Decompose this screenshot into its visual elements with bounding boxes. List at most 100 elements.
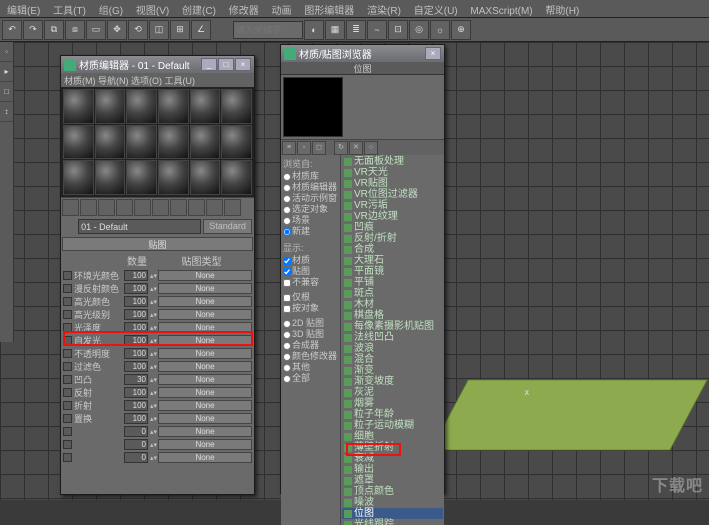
filter-option[interactable]: 按对象 [283,303,338,314]
map-amount[interactable]: 100 [124,283,148,294]
sample-slot[interactable] [158,125,189,160]
tool-render-icon[interactable]: ▦ [325,20,345,40]
menu-edit[interactable]: 编辑(E) [2,0,45,19]
map-checkbox[interactable] [63,271,72,280]
map-type-item[interactable]: 粒子年龄 [342,409,443,420]
map-checkbox[interactable] [63,362,72,371]
map-type-item[interactable]: 法线凹凸 [342,332,443,343]
map-slot-button[interactable]: None [158,374,252,385]
map-type-item[interactable]: 平面镜 [342,266,443,277]
sample-slot[interactable] [190,125,221,160]
update-icon[interactable]: ↻ [334,141,348,155]
sample-slot[interactable] [190,89,221,124]
map-slot-button[interactable]: None [158,452,252,463]
map-checkbox[interactable] [63,427,72,436]
map-amount[interactable]: 0 [124,439,148,450]
menu-view[interactable]: 视图(V) [131,0,174,19]
menu-create[interactable]: 创建(C) [177,0,221,19]
map-type-item[interactable]: VR位图过滤器 [342,189,443,200]
filter-option[interactable]: 场景 [283,215,338,226]
map-slot-button[interactable]: None [158,283,252,294]
map-type-item[interactable]: 输出 [342,464,443,475]
tool-scale-icon[interactable]: ◫ [149,20,169,40]
show-end-icon[interactable] [206,199,223,216]
tool-misc2-icon[interactable]: ☼ [430,20,450,40]
map-slot-button[interactable]: None [158,426,252,437]
get-mat-icon[interactable] [62,199,79,216]
delete-icon[interactable]: ✕ [349,141,363,155]
menu-help[interactable]: 帮助(H) [540,0,584,19]
menu-group[interactable]: 组(G) [94,0,128,19]
map-type-item[interactable]: 粒子运动模糊 [342,420,443,431]
left-tool-strip[interactable]: ◦▸□↕ [0,42,14,342]
put-mat-icon[interactable] [80,199,97,216]
map-amount[interactable]: 100 [124,400,148,411]
map-type-item[interactable]: 混合 [342,354,443,365]
sample-slot[interactable] [158,89,189,124]
map-type-item[interactable]: 波浪 [342,343,443,354]
assign-icon[interactable] [98,199,115,216]
scene-geometry[interactable] [430,380,708,451]
map-checkbox[interactable] [63,453,72,462]
browser-map-list[interactable]: 无面板处理VR天光VR贴图VR位图过滤器VR污垢VR边纹理凹痕反射/折射合成大理… [341,155,444,525]
map-amount[interactable]: 100 [124,322,148,333]
map-amount[interactable]: 100 [124,270,148,281]
map-type-item[interactable]: 遮罩 [342,475,443,486]
browser-close-button[interactable]: × [425,47,441,60]
eyedropper-icon[interactable] [63,220,76,234]
map-type-item[interactable]: VR贴图 [342,178,443,189]
map-type-item[interactable]: 位图 [342,508,443,519]
map-type-item[interactable]: VR天光 [342,167,443,178]
filter-option[interactable]: 不兼容 [283,277,338,288]
map-type-item[interactable]: VR边纹理 [342,211,443,222]
reset-icon[interactable] [116,199,133,216]
map-checkbox[interactable] [63,401,72,410]
sample-slot[interactable] [221,160,252,195]
map-amount[interactable]: 0 [124,452,148,463]
map-amount[interactable]: 100 [124,296,148,307]
map-type-item[interactable]: 灰泥 [342,387,443,398]
tool-link-icon[interactable]: ⧉ [44,20,64,40]
tool-redo-icon[interactable]: ↷ [23,20,43,40]
map-slot-button[interactable]: None [158,400,252,411]
put-lib-icon[interactable] [152,199,169,216]
map-type-item[interactable]: 烟雾 [342,398,443,409]
sample-slot[interactable] [126,160,157,195]
map-amount[interactable]: 100 [124,335,148,346]
map-checkbox[interactable] [63,323,72,332]
map-amount[interactable]: 100 [124,348,148,359]
filter-option[interactable]: 3D 贴图 [283,329,338,340]
tool-layers-icon[interactable]: ≣ [346,20,366,40]
map-type-item[interactable]: 衰减 [342,453,443,464]
filter-option[interactable]: 活动示例窗 [283,193,338,204]
filter-option[interactable]: 材质库 [283,171,338,182]
tool-rotate-icon[interactable]: ⟲ [128,20,148,40]
map-checkbox[interactable] [63,310,72,319]
map-checkbox[interactable] [63,336,72,345]
map-checkbox[interactable] [63,284,72,293]
map-slot-button[interactable]: None [158,309,252,320]
map-type-item[interactable]: 渐变坡度 [342,376,443,387]
map-type-item[interactable]: 棋盘格 [342,310,443,321]
close-button[interactable]: × [235,58,251,71]
filter-option[interactable]: 新建 [283,226,338,237]
tool-unlink-icon[interactable]: ⧈ [65,20,85,40]
tool-mat-icon[interactable]: ◐ [304,20,324,40]
view-large-icon[interactable]: ◻ [312,141,326,155]
map-amount[interactable]: 100 [124,361,148,372]
menu-tools[interactable]: 工具(T) [48,0,91,19]
view-small-icon[interactable]: ▫ [297,141,311,155]
menu-modifiers[interactable]: 修改器 [224,0,264,19]
map-slot-button[interactable]: None [158,348,252,359]
menu-maxscript[interactable]: MAXScript(M) [465,4,537,19]
map-slot-button[interactable]: None [158,335,252,346]
sample-slot[interactable] [63,89,94,124]
map-type-item[interactable]: 合成 [342,244,443,255]
filter-option[interactable]: 颜色修改器 [283,351,338,362]
sample-slot[interactable] [95,125,126,160]
map-type-item[interactable]: 顶点颜色 [342,486,443,497]
sample-slot[interactable] [95,89,126,124]
map-checkbox[interactable] [63,297,72,306]
map-type-item[interactable]: 细胞 [342,431,443,442]
browser-toolbar[interactable]: ≡▫◻↻✕○ [281,139,444,155]
